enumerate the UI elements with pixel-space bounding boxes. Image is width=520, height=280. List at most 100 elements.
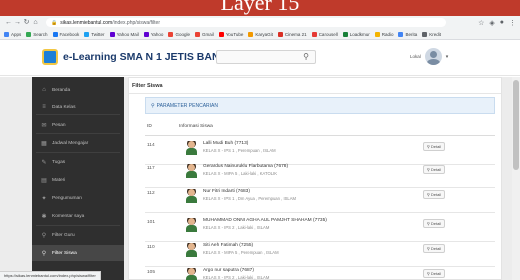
bookmark-label: Twitter [91, 31, 105, 37]
search-icon: ⚲ [426, 221, 430, 226]
reload-icon[interactable]: ↻ [22, 16, 31, 29]
bookmark-favicon-icon [84, 31, 90, 37]
bookmark-item[interactable]: Radio [374, 31, 393, 37]
sidebar-item-filter-siswa[interactable]: ⚲ Filter Siswa [32, 245, 124, 261]
student-details: KELAS X - MIPA 5 , Perempuan , ISLAM [203, 250, 279, 255]
student-name: Nur Fitri Indarti (7683) [203, 189, 250, 194]
search-icon: ⚲ [426, 144, 430, 149]
table-row: 110 Siti Aeh Fatimah (7255) KELAS X - MIPA… [145, 239, 495, 267]
bookmark-item[interactable]: Apps [4, 31, 21, 37]
sidebar-item-label: Beranda [52, 87, 71, 93]
user-menu[interactable]: Lokal ▾ [410, 48, 448, 65]
browser-actions: ☆ ◈ ● ⋮ [478, 19, 516, 27]
detail-button-label: Detail [430, 221, 442, 226]
bookmark-item[interactable]: Cinema 21 [277, 31, 307, 37]
comment-icon: ✱ [41, 213, 47, 220]
sidebar-item-label: Jadwal Mengajar [52, 140, 89, 146]
bookmark-favicon-icon [311, 31, 317, 37]
bookmark-favicon-icon [277, 31, 283, 37]
school-logo [42, 49, 58, 65]
table-header: ID Informasi Siswa [145, 124, 495, 134]
list-icon: ≡ [42, 104, 46, 110]
scrollbar-thumb[interactable] [513, 80, 519, 170]
search-icon: ⚲ [41, 250, 47, 257]
table-row: 101 MUHAMMAD ONNI AGHA AUL PAMJHT SHAHAM … [145, 214, 495, 242]
bookmark-favicon-icon [248, 31, 254, 37]
url-path: /index.php/siswa/filter [112, 19, 161, 26]
bookmark-label: Gmail [201, 31, 214, 37]
home-icon: ⌂ [42, 87, 46, 93]
book-icon: ▤ [41, 177, 47, 184]
bookmark-favicon-icon [218, 31, 224, 37]
search-icon: ⚲ [426, 192, 430, 197]
table-row: 105 Argo nur saputra (7687) KELAS X - IPS … [145, 264, 495, 280]
bookmark-item[interactable]: Carousell [311, 31, 338, 37]
sidebar-item-label: Filter Siswa [52, 250, 77, 256]
bookmark-item[interactable]: KaryaGit [248, 31, 273, 37]
detail-button[interactable]: ⚲ Detail [423, 190, 445, 199]
task-icon: ✎ [41, 159, 47, 166]
extension-icon[interactable]: ◈ [489, 19, 494, 27]
bookmark-item[interactable]: Yahoo Mail [109, 31, 139, 37]
bookmark-label: Facebook [59, 31, 80, 37]
bookmark-item[interactable]: Twitter [84, 31, 105, 37]
student-details: KELAS X - IPS 2 , Laki-laki , ISLAM [203, 225, 270, 230]
forward-icon[interactable]: → [13, 16, 22, 29]
detail-button[interactable]: ⚲ Detail [423, 142, 445, 151]
sidebar-item-label: Pengumuman [52, 195, 82, 201]
column-header-info: Informasi Siswa [179, 124, 213, 129]
app-title: e-Learning SMA N 1 JETIS BANTUL [63, 51, 240, 63]
message-icon: ✉ [41, 122, 47, 129]
detail-button[interactable]: ⚲ Detail [423, 269, 445, 278]
profile-icon[interactable]: ● [500, 19, 504, 27]
star-icon[interactable]: ☆ [478, 19, 484, 27]
detail-button-label: Detail [430, 246, 442, 251]
sidebar-item-pesan[interactable]: ✉ Pesan [32, 117, 124, 133]
sidebar-item-komentar-saya[interactable]: ✱ Komentar saya [32, 208, 124, 224]
menu-icon[interactable]: ⋮ [509, 19, 516, 27]
sidebar-item-beranda[interactable]: ⌂ Beranda [32, 82, 124, 98]
bookmark-label: Loadkmur [349, 31, 370, 37]
search-parameters-toggle[interactable]: ⚲ PARAMETER PENCARIAN [145, 97, 495, 114]
student-avatar [186, 141, 197, 155]
search-icon: ⚲ [426, 246, 430, 251]
bookmark-label: Google [175, 31, 190, 37]
back-icon[interactable]: ← [4, 16, 13, 29]
user-avatar[interactable] [424, 48, 442, 65]
bookmark-item[interactable]: Loadkmur [342, 31, 370, 37]
header-search-input[interactable]: ⚲ [216, 50, 316, 64]
bookmark-favicon-icon [374, 31, 380, 37]
bookmark-item[interactable]: Search [26, 31, 48, 37]
bookmark-item[interactable]: Gmail [194, 31, 214, 37]
chevron-down-icon[interactable]: ▾ [446, 54, 449, 60]
search-icon: ⚲ [426, 271, 430, 276]
bookmark-item[interactable]: Berita [398, 31, 417, 37]
sidebar-item-tugas[interactable]: ✎ Tugas [32, 154, 124, 170]
home-icon[interactable]: ⌂ [31, 16, 40, 29]
bookmark-item[interactable]: Google [168, 31, 190, 37]
detail-button[interactable]: ⚲ Detail [423, 244, 445, 253]
bookmark-item[interactable]: Yahoo [143, 31, 163, 37]
bookmark-favicon-icon [4, 31, 9, 37]
detail-button-label: Detail [430, 144, 442, 149]
bookmark-item[interactable]: YouTube [218, 31, 243, 37]
detail-button[interactable]: ⚲ Detail [423, 165, 445, 174]
sidebar-item-filter-guru[interactable]: ⚲ Filter Guru [32, 227, 124, 243]
address-bar[interactable]: 🔒 sikas.lenmiebantul.com /index.php/sisw… [46, 18, 446, 27]
panel-title: Filter Siswa [132, 83, 163, 89]
student-id: 105 [147, 270, 156, 275]
sidebar-item-materi[interactable]: ▤ Materi [32, 172, 124, 188]
sidebar-item-data-kelas[interactable]: ≡ Data Kelas [32, 99, 124, 115]
student-details: KELAS X - IPS 2 , Laki-laki , ISLAM [203, 275, 270, 280]
main-panel: Filter Siswa ⚲ PARAMETER PENCARIAN ID In… [128, 77, 502, 280]
sidebar-item-pengumuman[interactable]: ✦ Pengumuman [32, 190, 124, 206]
bookmark-favicon-icon [422, 31, 428, 37]
search-icon[interactable]: ⚲ [303, 52, 309, 61]
sidebar-item-jadwal-mengajar[interactable]: ▦ Jadwal Mengajar [32, 135, 124, 151]
detail-button[interactable]: ⚲ Detail [423, 219, 445, 228]
student-avatar [186, 243, 197, 257]
bookmark-item[interactable]: Facebook [52, 31, 80, 37]
calendar-icon: ▦ [41, 140, 47, 147]
bookmark-item[interactable]: Kredit [422, 31, 441, 37]
sidebar-divider [36, 152, 120, 153]
